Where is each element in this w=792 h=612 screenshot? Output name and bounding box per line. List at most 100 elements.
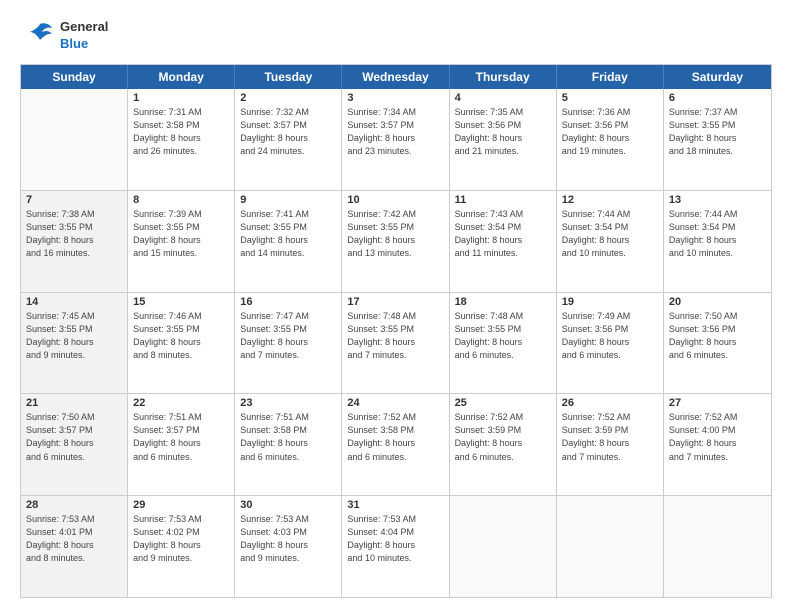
header-day-wednesday: Wednesday bbox=[342, 65, 449, 89]
cal-cell: 18Sunrise: 7:48 AM Sunset: 3:55 PM Dayli… bbox=[450, 293, 557, 394]
day-info: Sunrise: 7:48 AM Sunset: 3:55 PM Dayligh… bbox=[347, 310, 443, 362]
day-number: 24 bbox=[347, 397, 443, 409]
cal-cell: 5 Sunrise: 7:36 AM Sunset: 3:56 PM Daylig… bbox=[557, 89, 664, 190]
cal-cell: 28 Sunrise: 7:53 AM Sunset: 4:01 PM Dayli… bbox=[21, 496, 128, 597]
day-info: Sunrise: 7:45 AM Sunset: 3:55 PM Dayligh… bbox=[26, 310, 122, 362]
day-number: 23 bbox=[240, 397, 336, 409]
cal-cell: 4 Sunrise: 7:35 AM Sunset: 3:56 PM Daylig… bbox=[450, 89, 557, 190]
logo: GeneralBlue bbox=[20, 18, 108, 54]
day-number: 31 bbox=[347, 499, 443, 511]
day-info: Sunrise: 7:53 AM Sunset: 4:03 PM Dayligh… bbox=[240, 513, 336, 565]
logo-svg bbox=[20, 18, 56, 54]
day-number: 28 bbox=[26, 499, 122, 511]
day-info: Sunrise: 7:35 AM Sunset: 3:56 PM Dayligh… bbox=[455, 106, 551, 158]
day-info: Sunrise: 7:41 AM Sunset: 3:55 PM Dayligh… bbox=[240, 208, 336, 260]
day-number: 30 bbox=[240, 499, 336, 511]
day-info: Sunrise: 7:43 AM Sunset: 3:54 PM Dayligh… bbox=[455, 208, 551, 260]
day-number: 15 bbox=[133, 296, 229, 308]
cal-cell: 27Sunrise: 7:52 AM Sunset: 4:00 PM Dayli… bbox=[664, 394, 771, 495]
day-info: Sunrise: 7:50 AM Sunset: 3:57 PM Dayligh… bbox=[26, 411, 122, 463]
day-info: Sunrise: 7:52 AM Sunset: 3:59 PM Dayligh… bbox=[455, 411, 551, 463]
week-row-0: 1 Sunrise: 7:31 AM Sunset: 3:58 PM Daylig… bbox=[21, 89, 771, 191]
week-row-4: 28 Sunrise: 7:53 AM Sunset: 4:01 PM Dayli… bbox=[21, 496, 771, 597]
page: GeneralBlue SundayMondayTuesdayWednesday… bbox=[0, 0, 792, 612]
day-info: Sunrise: 7:31 AM Sunset: 3:58 PM Dayligh… bbox=[133, 106, 229, 158]
day-number: 9 bbox=[240, 194, 336, 206]
day-number: 22 bbox=[133, 397, 229, 409]
cal-cell: 3 Sunrise: 7:34 AM Sunset: 3:57 PM Daylig… bbox=[342, 89, 449, 190]
header: GeneralBlue bbox=[20, 18, 772, 54]
cal-cell: 9 Sunrise: 7:41 AM Sunset: 3:55 PM Daylig… bbox=[235, 191, 342, 292]
day-number: 10 bbox=[347, 194, 443, 206]
cal-cell: 7 Sunrise: 7:38 AM Sunset: 3:55 PM Daylig… bbox=[21, 191, 128, 292]
header-day-sunday: Sunday bbox=[21, 65, 128, 89]
day-number: 29 bbox=[133, 499, 229, 511]
cal-cell: 11 Sunrise: 7:43 AM Sunset: 3:54 PM Dayli… bbox=[450, 191, 557, 292]
cal-cell: 31 Sunrise: 7:53 AM Sunset: 4:04 PM Dayli… bbox=[342, 496, 449, 597]
day-info: Sunrise: 7:32 AM Sunset: 3:57 PM Dayligh… bbox=[240, 106, 336, 158]
cal-cell: 1 Sunrise: 7:31 AM Sunset: 3:58 PM Daylig… bbox=[128, 89, 235, 190]
cal-cell bbox=[664, 496, 771, 597]
calendar-body: 1 Sunrise: 7:31 AM Sunset: 3:58 PM Daylig… bbox=[21, 89, 771, 597]
day-info: Sunrise: 7:53 AM Sunset: 4:01 PM Dayligh… bbox=[26, 513, 122, 565]
day-number: 7 bbox=[26, 194, 122, 206]
day-number: 11 bbox=[455, 194, 551, 206]
day-number: 8 bbox=[133, 194, 229, 206]
day-number: 2 bbox=[240, 92, 336, 104]
cal-cell: 19Sunrise: 7:49 AM Sunset: 3:56 PM Dayli… bbox=[557, 293, 664, 394]
cal-cell: 14 Sunrise: 7:45 AM Sunset: 3:55 PM Dayli… bbox=[21, 293, 128, 394]
cal-cell: 10 Sunrise: 7:42 AM Sunset: 3:55 PM Dayli… bbox=[342, 191, 449, 292]
day-number: 4 bbox=[455, 92, 551, 104]
day-info: Sunrise: 7:51 AM Sunset: 3:57 PM Dayligh… bbox=[133, 411, 229, 463]
cal-cell: 23 Sunrise: 7:51 AM Sunset: 3:58 PM Dayli… bbox=[235, 394, 342, 495]
day-info: Sunrise: 7:53 AM Sunset: 4:02 PM Dayligh… bbox=[133, 513, 229, 565]
cal-cell bbox=[21, 89, 128, 190]
cal-cell: 22 Sunrise: 7:51 AM Sunset: 3:57 PM Dayli… bbox=[128, 394, 235, 495]
day-number: 3 bbox=[347, 92, 443, 104]
day-info: Sunrise: 7:52 AM Sunset: 3:59 PM Dayligh… bbox=[562, 411, 658, 463]
day-number: 16 bbox=[240, 296, 336, 308]
week-row-1: 7 Sunrise: 7:38 AM Sunset: 3:55 PM Daylig… bbox=[21, 191, 771, 293]
day-info: Sunrise: 7:49 AM Sunset: 3:56 PM Dayligh… bbox=[562, 310, 658, 362]
logo-general: General bbox=[60, 19, 108, 36]
day-number: 26 bbox=[562, 397, 658, 409]
logo-blue: Blue bbox=[60, 36, 108, 53]
cal-cell: 8 Sunrise: 7:39 AM Sunset: 3:55 PM Daylig… bbox=[128, 191, 235, 292]
day-info: Sunrise: 7:37 AM Sunset: 3:55 PM Dayligh… bbox=[669, 106, 766, 158]
cal-cell: 24Sunrise: 7:52 AM Sunset: 3:58 PM Dayli… bbox=[342, 394, 449, 495]
day-number: 6 bbox=[669, 92, 766, 104]
day-number: 21 bbox=[26, 397, 122, 409]
cal-cell: 29 Sunrise: 7:53 AM Sunset: 4:02 PM Dayli… bbox=[128, 496, 235, 597]
day-info: Sunrise: 7:46 AM Sunset: 3:55 PM Dayligh… bbox=[133, 310, 229, 362]
day-info: Sunrise: 7:36 AM Sunset: 3:56 PM Dayligh… bbox=[562, 106, 658, 158]
cal-cell: 12Sunrise: 7:44 AM Sunset: 3:54 PM Dayli… bbox=[557, 191, 664, 292]
cal-cell: 25Sunrise: 7:52 AM Sunset: 3:59 PM Dayli… bbox=[450, 394, 557, 495]
day-info: Sunrise: 7:51 AM Sunset: 3:58 PM Dayligh… bbox=[240, 411, 336, 463]
day-info: Sunrise: 7:39 AM Sunset: 3:55 PM Dayligh… bbox=[133, 208, 229, 260]
day-number: 5 bbox=[562, 92, 658, 104]
cal-cell: 17Sunrise: 7:48 AM Sunset: 3:55 PM Dayli… bbox=[342, 293, 449, 394]
cal-cell: 15 Sunrise: 7:46 AM Sunset: 3:55 PM Dayli… bbox=[128, 293, 235, 394]
day-info: Sunrise: 7:44 AM Sunset: 3:54 PM Dayligh… bbox=[562, 208, 658, 260]
day-info: Sunrise: 7:42 AM Sunset: 3:55 PM Dayligh… bbox=[347, 208, 443, 260]
day-info: Sunrise: 7:53 AM Sunset: 4:04 PM Dayligh… bbox=[347, 513, 443, 565]
day-info: Sunrise: 7:34 AM Sunset: 3:57 PM Dayligh… bbox=[347, 106, 443, 158]
day-number: 13 bbox=[669, 194, 766, 206]
day-number: 14 bbox=[26, 296, 122, 308]
day-info: Sunrise: 7:47 AM Sunset: 3:55 PM Dayligh… bbox=[240, 310, 336, 362]
cal-cell: 20Sunrise: 7:50 AM Sunset: 3:56 PM Dayli… bbox=[664, 293, 771, 394]
day-number: 20 bbox=[669, 296, 766, 308]
calendar-header: SundayMondayTuesdayWednesdayThursdayFrid… bbox=[21, 65, 771, 89]
cal-cell: 30 Sunrise: 7:53 AM Sunset: 4:03 PM Dayli… bbox=[235, 496, 342, 597]
header-day-friday: Friday bbox=[557, 65, 664, 89]
day-info: Sunrise: 7:38 AM Sunset: 3:55 PM Dayligh… bbox=[26, 208, 122, 260]
cal-cell: 6 Sunrise: 7:37 AM Sunset: 3:55 PM Daylig… bbox=[664, 89, 771, 190]
calendar: SundayMondayTuesdayWednesdayThursdayFrid… bbox=[20, 64, 772, 598]
cal-cell: 2 Sunrise: 7:32 AM Sunset: 3:57 PM Daylig… bbox=[235, 89, 342, 190]
cal-cell: 16 Sunrise: 7:47 AM Sunset: 3:55 PM Dayli… bbox=[235, 293, 342, 394]
cal-cell: 26 Sunrise: 7:52 AM Sunset: 3:59 PM Dayli… bbox=[557, 394, 664, 495]
day-info: Sunrise: 7:52 AM Sunset: 4:00 PM Dayligh… bbox=[669, 411, 766, 463]
header-day-saturday: Saturday bbox=[664, 65, 771, 89]
day-number: 1 bbox=[133, 92, 229, 104]
cal-cell: 13Sunrise: 7:44 AM Sunset: 3:54 PM Dayli… bbox=[664, 191, 771, 292]
